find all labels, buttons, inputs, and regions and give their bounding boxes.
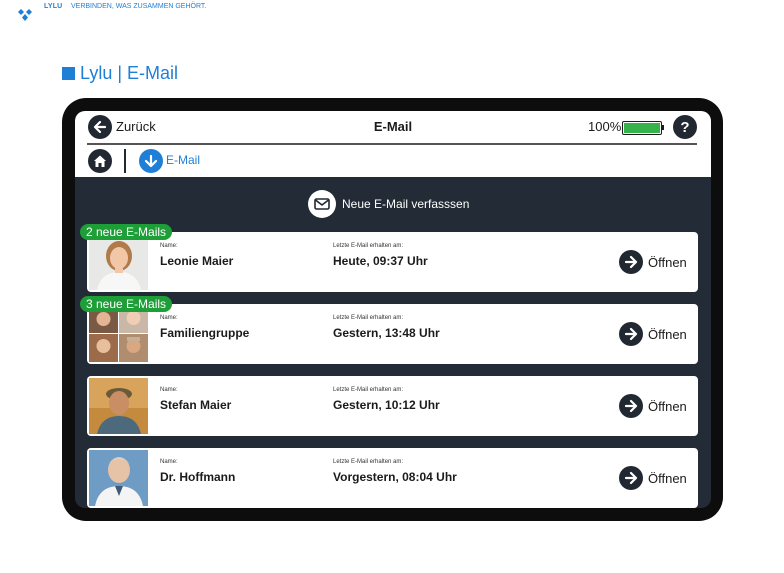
new-emails-badge: 2 neue E-Mails (80, 224, 173, 240)
contact-row[interactable]: Name: Dr. Hoffmann Letzte E-Mail erhalte… (87, 448, 698, 508)
arrow-right-icon (619, 394, 643, 418)
name-label: Name: (160, 315, 178, 321)
avatar (89, 378, 148, 434)
avatar (89, 306, 148, 362)
help-button[interactable]: ? (673, 115, 697, 139)
contact-row[interactable]: Name: Leonie Maier Letzte E-Mail erhalte… (87, 232, 698, 292)
open-button[interactable]: Öffnen (619, 394, 687, 418)
open-button[interactable]: Öffnen (619, 322, 687, 346)
last-received-label: Letzte E-Mail erhalten am: (333, 459, 404, 465)
last-received-label: Letzte E-Mail erhalten am: (333, 243, 404, 249)
home-icon (94, 155, 106, 167)
arrow-right-icon (619, 466, 643, 490)
name-label: Name: (160, 387, 178, 393)
contact-name: Familiengruppe (160, 326, 250, 340)
last-received-value: Vorgestern, 08:04 Uhr (333, 470, 457, 484)
app-header: Zurück E-Mail 100% ? E-Mail (75, 111, 711, 177)
avatar (89, 234, 148, 290)
breadcrumb-email-label[interactable]: E-Mail (166, 153, 200, 167)
contact-name: Leonie Maier (160, 254, 234, 268)
name-label: Name: (160, 459, 178, 465)
open-button[interactable]: Öffnen (619, 250, 687, 274)
contact-row[interactable]: Name: Stefan Maier Letzte E-Mail erhalte… (87, 376, 698, 436)
diamond-logo-icon (18, 9, 32, 21)
contact-name: Dr. Hoffmann (160, 470, 236, 484)
header-divider (87, 143, 697, 145)
compose-email-button[interactable]: Neue E-Mail verfasssen (308, 189, 469, 219)
home-button[interactable] (88, 149, 112, 173)
arrow-right-icon (619, 322, 643, 346)
last-received-label: Letzte E-Mail erhalten am: (333, 315, 404, 321)
last-received-value: Heute, 09:37 Uhr (333, 254, 428, 268)
brand-name: LYLU (44, 3, 63, 10)
help-icon: ? (680, 118, 690, 136)
arrow-down-icon (144, 154, 158, 168)
breadcrumb-separator (124, 149, 126, 173)
open-label: Öffnen (648, 470, 687, 486)
title-square-icon (62, 67, 75, 80)
contact-name: Stefan Maier (160, 398, 232, 412)
name-label: Name: (160, 243, 178, 249)
breadcrumb-email-button[interactable] (139, 149, 163, 173)
battery-percent: 100% (588, 119, 622, 134)
new-emails-badge: 3 neue E-Mails (80, 296, 173, 312)
compose-label: Neue E-Mail verfasssen (342, 197, 470, 211)
avatar (89, 450, 148, 506)
open-button[interactable]: Öffnen (619, 466, 687, 490)
envelope-icon (308, 190, 336, 218)
tablet-screen: Zurück E-Mail 100% ? E-Mail Neue E-Mail … (75, 111, 711, 508)
open-label: Öffnen (648, 254, 687, 270)
battery-icon (622, 121, 662, 135)
open-label: Öffnen (648, 398, 687, 414)
tablet-frame: Zurück E-Mail 100% ? E-Mail Neue E-Mail … (62, 98, 723, 521)
last-received-value: Gestern, 10:12 Uhr (333, 398, 440, 412)
battery-tip (661, 125, 664, 130)
page-title-text: Lylu | E-Mail (80, 63, 179, 83)
brand-bar (18, 8, 32, 22)
last-received-value: Gestern, 13:48 Uhr (333, 326, 440, 340)
last-received-label: Letzte E-Mail erhalten am: (333, 387, 404, 393)
open-label: Öffnen (648, 326, 687, 342)
contact-row[interactable]: Name: Familiengruppe Letzte E-Mail erhal… (87, 304, 698, 364)
arrow-right-icon (619, 250, 643, 274)
battery-fill (624, 123, 660, 133)
brand-tagline: VERBINDEN, WAS ZUSAMMEN GEHÖRT. (71, 3, 207, 10)
page-title: Lylu | E-Mail (62, 63, 178, 84)
